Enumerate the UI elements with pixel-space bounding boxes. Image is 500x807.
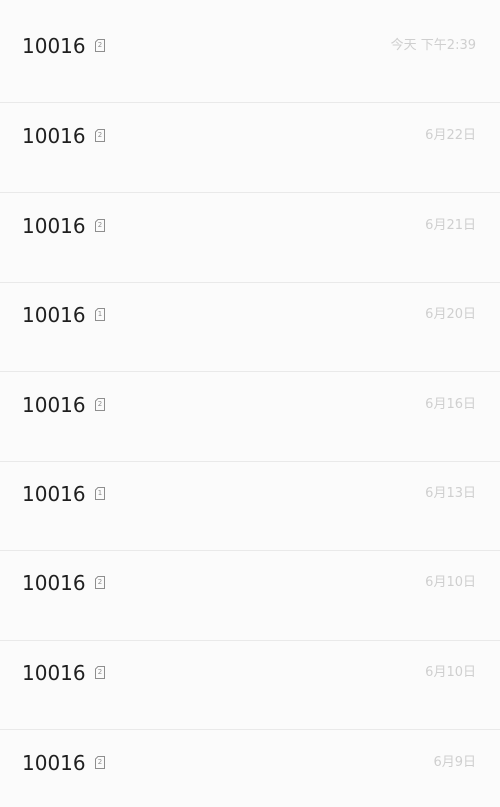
sender-number: 10016 xyxy=(22,751,86,775)
sim-slot-number: 2 xyxy=(97,668,103,676)
sim-card-icon: 1 xyxy=(95,308,105,321)
sim-slot-number: 2 xyxy=(97,578,103,586)
sender-number: 10016 xyxy=(22,124,86,148)
sim-slot-number: 2 xyxy=(97,131,103,139)
message-row[interactable]: 10016 2 6月22日 xyxy=(0,103,500,193)
message-date: 6月22日 xyxy=(425,128,476,143)
sender-number: 10016 xyxy=(22,34,86,58)
sender-number: 10016 xyxy=(22,214,86,238)
sim-card-icon: 1 xyxy=(95,487,105,500)
message-row[interactable]: 10016 2 6月9日 xyxy=(0,730,500,807)
sim-card-icon: 2 xyxy=(95,129,105,142)
message-date: 6月9日 xyxy=(433,755,476,770)
message-row[interactable]: 10016 2 6月10日 xyxy=(0,551,500,641)
message-row[interactable]: 10016 2 今天 下午2:39 xyxy=(0,0,500,103)
message-date: 6月20日 xyxy=(425,307,476,322)
message-date: 今天 下午2:39 xyxy=(390,38,476,53)
message-date: 6月10日 xyxy=(425,665,476,680)
sim-card-icon: 2 xyxy=(95,756,105,769)
sim-card-icon: 2 xyxy=(95,398,105,411)
sender-number: 10016 xyxy=(22,661,86,685)
sim-slot-number: 2 xyxy=(97,400,103,408)
message-date: 6月10日 xyxy=(425,575,476,590)
sender-number: 10016 xyxy=(22,393,86,417)
sim-slot-number: 2 xyxy=(97,758,103,766)
sender-number: 10016 xyxy=(22,482,86,506)
message-row[interactable]: 10016 2 6月10日 xyxy=(0,641,500,730)
message-row[interactable]: 10016 1 6月13日 xyxy=(0,462,500,551)
sender-number: 10016 xyxy=(22,303,86,327)
sender-number: 10016 xyxy=(22,571,86,595)
message-date: 6月16日 xyxy=(425,397,476,412)
sim-card-icon: 2 xyxy=(95,219,105,232)
message-row[interactable]: 10016 2 6月21日 xyxy=(0,193,500,283)
sim-slot-number: 1 xyxy=(97,310,103,318)
message-row[interactable]: 10016 1 6月20日 xyxy=(0,283,500,372)
sim-card-icon: 2 xyxy=(95,39,105,52)
sim-slot-number: 2 xyxy=(97,221,103,229)
sim-card-icon: 2 xyxy=(95,666,105,679)
sim-card-icon: 2 xyxy=(95,576,105,589)
sim-slot-number: 2 xyxy=(97,41,103,49)
sim-slot-number: 1 xyxy=(97,489,103,497)
message-row[interactable]: 10016 2 6月16日 xyxy=(0,372,500,462)
message-list: 10016 2 今天 下午2:39 10016 2 6月22日 10016 2 … xyxy=(0,0,500,807)
message-date: 6月21日 xyxy=(425,218,476,233)
message-date: 6月13日 xyxy=(425,486,476,501)
